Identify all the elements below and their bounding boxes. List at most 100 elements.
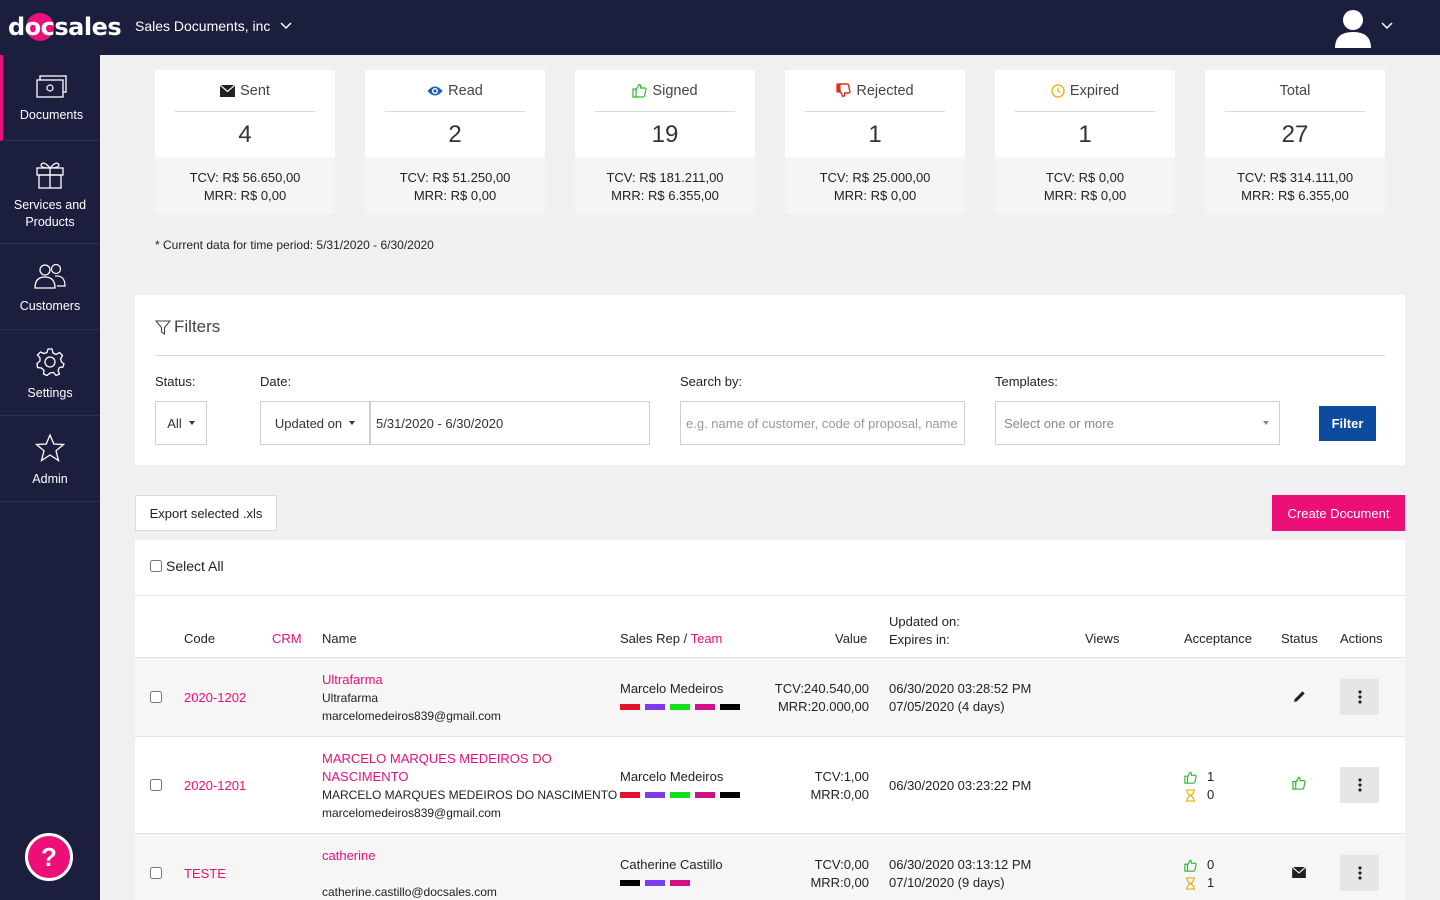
date-type-dropdown[interactable]: Updated on [260, 401, 370, 445]
stat-tcv: TCV: R$ 51.250,00 [399, 170, 511, 185]
table-row[interactable]: 2020-1202 Ultrafarma Ultrafarma marcelom… [135, 658, 1405, 737]
filters-title: Filters [155, 317, 220, 337]
row-name[interactable]: catherine [322, 847, 375, 865]
stat-mrr: MRR: R$ 0,00 [833, 188, 917, 203]
thumbs-up-icon [1184, 771, 1197, 784]
team-swatch [720, 792, 740, 798]
logo-text: docsales [8, 13, 122, 41]
row-code[interactable]: 2020-1202 [184, 689, 246, 707]
sidebar-item-customers[interactable]: Customers [0, 244, 100, 330]
stat-card-total[interactable]: Total 27 TCV: R$ 314.111,00 MRR: R$ 6.35… [1205, 70, 1385, 214]
sidebar-item-label: Documents [19, 108, 84, 122]
stat-mrr: MRR: R$ 6.355,00 [611, 188, 719, 203]
create-document-button[interactable]: Create Document [1272, 495, 1405, 531]
team-swatch [620, 792, 640, 798]
stat-count: 27 [1281, 121, 1309, 148]
divider [135, 595, 1405, 596]
stat-card-expired[interactable]: Expired 1 TCV: R$ 0,00 MRR: R$ 0,00 [995, 70, 1175, 214]
row-expires: 07/05/2020 (4 days) [889, 699, 1005, 714]
users-icon [34, 263, 66, 289]
more-vertical-icon [1357, 866, 1362, 880]
stat-card-sent[interactable]: Sent 4 TCV: R$ 56.650,00 MRR: R$ 0,00 [155, 70, 335, 214]
row-dates: 06/30/2020 03:28:52 PM 07/05/2020 (4 day… [889, 680, 1031, 716]
app-logo[interactable]: docsales [8, 12, 122, 42]
date-range-field[interactable] [370, 401, 650, 445]
templates-select[interactable]: Select one or more [995, 401, 1280, 445]
status-label: Status: [155, 374, 196, 389]
row-email: marcelomedeiros839@gmail.com [322, 709, 501, 723]
row-checkbox[interactable] [150, 779, 162, 791]
row-checkbox[interactable] [150, 691, 162, 703]
templates-label: Templates: [995, 374, 1058, 389]
gift-icon [36, 162, 64, 189]
thumbs-up-icon [632, 83, 648, 98]
header-updated-on: Updated on: [889, 614, 960, 629]
star-icon [35, 433, 65, 462]
header-expires-in: Expires in: [889, 632, 950, 647]
row-company: MARCELO MARQUES MEDEIROS DO NASCIMENTO [322, 788, 618, 802]
row-actions-button[interactable] [1340, 855, 1379, 891]
header-value[interactable]: Value [835, 631, 867, 646]
search-field[interactable] [680, 401, 965, 445]
sidebar-item-documents[interactable]: Documents [0, 55, 100, 141]
header-crm[interactable]: CRM [272, 631, 302, 646]
header-acceptance[interactable]: Acceptance [1184, 631, 1252, 646]
header-name[interactable]: Name [322, 631, 357, 646]
stat-count: 2 [448, 121, 462, 148]
header-code[interactable]: Code [184, 631, 215, 646]
accepted-count: 0 [1207, 857, 1215, 872]
team-swatches [620, 792, 740, 798]
stat-card-signed[interactable]: Signed 19 TCV: R$ 181.211,00 MRR: R$ 6.3… [575, 70, 755, 214]
filters-title-text: Filters [174, 317, 221, 336]
stat-label: Total [1279, 82, 1311, 99]
help-button[interactable]: ? [25, 833, 73, 881]
chevron-down-icon[interactable] [1381, 22, 1393, 30]
select-all[interactable]: Select All [150, 558, 224, 574]
team-swatch [670, 704, 690, 710]
stat-label: Read [448, 82, 483, 99]
table-row[interactable]: 2020-1201 MARCELO MARQUES MEDEIROS DO NA… [135, 737, 1405, 834]
header-actions[interactable]: Actions [1340, 631, 1383, 646]
table-row[interactable]: TESTE catherine catherine.castillo@docsa… [135, 834, 1405, 900]
sidebar-item-admin[interactable]: Admin [0, 416, 100, 502]
header-status[interactable]: Status [1281, 631, 1318, 646]
org-name: Sales Documents, inc [135, 18, 271, 34]
team-swatches [620, 880, 723, 886]
sidebar-item-settings[interactable]: Settings [0, 330, 100, 416]
status-dropdown[interactable]: All [155, 401, 207, 445]
caret-down-icon [188, 421, 195, 425]
date-range-input[interactable] [371, 402, 649, 444]
search-label: Search by: [680, 374, 743, 389]
stat-card-read[interactable]: Read 2 TCV: R$ 51.250,00 MRR: R$ 0,00 [365, 70, 545, 214]
row-expires: 07/10/2020 (9 days) [889, 875, 1005, 890]
stat-card-rejected[interactable]: Rejected 1 TCV: R$ 25.000,00 MRR: R$ 0,0… [785, 70, 965, 214]
divider [155, 355, 1385, 356]
documents-table: Select All Code CRM Name Sales Rep / Tea… [135, 540, 1405, 900]
team-swatch [645, 880, 665, 886]
row-actions-button[interactable] [1340, 767, 1379, 803]
search-input[interactable] [681, 402, 964, 444]
row-checkbox[interactable] [150, 867, 162, 879]
stat-label: Rejected [856, 82, 914, 99]
user-avatar-icon[interactable] [1334, 8, 1372, 48]
row-code[interactable]: TESTE [184, 865, 226, 883]
filter-button[interactable]: Filter [1319, 406, 1376, 441]
select-all-checkbox[interactable] [150, 560, 162, 572]
more-vertical-icon [1357, 690, 1362, 704]
header-sales-rep-team[interactable]: Sales Rep / Team [620, 631, 722, 646]
row-code[interactable]: 2020-1201 [184, 777, 246, 795]
header-views[interactable]: Views [1085, 631, 1119, 646]
stat-label: Sent [240, 82, 270, 99]
header-dates[interactable]: Updated on: Expires in: [889, 613, 960, 649]
row-name[interactable]: Ultrafarma [322, 671, 383, 689]
row-name[interactable]: MARCELO MARQUES MEDEIROS DO NASCIMENTO [322, 750, 552, 786]
export-xls-button[interactable]: Export selected .xls [135, 495, 277, 531]
sidebar-item-services-and-products[interactable]: Services and Products [0, 141, 100, 244]
select-all-label: Select All [166, 558, 224, 574]
header-team: Team [690, 631, 723, 646]
sidebar: Documents Services and Products Customer… [0, 55, 100, 900]
accepted-count: 1 [1207, 769, 1215, 784]
row-acceptance: 0 1 [1184, 856, 1214, 892]
row-actions-button[interactable] [1340, 679, 1379, 715]
org-selector[interactable]: Sales Documents, inc [135, 18, 292, 34]
